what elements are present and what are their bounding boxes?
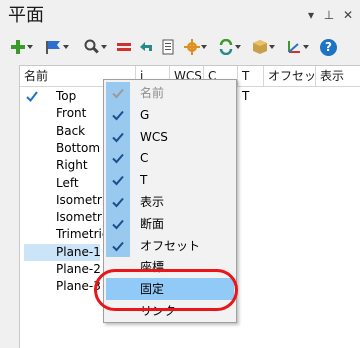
gear-icon bbox=[184, 39, 200, 55]
add-plane-icon bbox=[11, 40, 25, 54]
row-name: Bottom bbox=[56, 140, 101, 155]
row-name: Trimetric bbox=[56, 227, 109, 242]
menu-item-label: 表示 bbox=[140, 195, 165, 209]
column-header-t[interactable]: T bbox=[238, 66, 264, 87]
help-icon: ? bbox=[320, 38, 337, 56]
panel-title: 平面 bbox=[8, 5, 44, 26]
menu-item[interactable]: WCS bbox=[106, 125, 234, 148]
menu-item-label: オフセット bbox=[140, 238, 201, 253]
menu-item-gutter bbox=[106, 147, 130, 170]
menu-item-label: WCS bbox=[140, 129, 168, 144]
menu-item-gutter bbox=[106, 169, 130, 192]
panel-titlebar: 平面 ▾ ⊥ ✕ bbox=[0, 0, 360, 32]
row-name: Left bbox=[56, 175, 79, 190]
chevron-down-icon bbox=[302, 37, 310, 57]
add-plane-button[interactable] bbox=[10, 37, 34, 57]
chevron-down-icon bbox=[234, 37, 242, 57]
menu-item[interactable]: 断面 bbox=[106, 212, 234, 235]
left-strip bbox=[0, 62, 19, 348]
menu-item-gutter bbox=[106, 103, 130, 126]
menu-item-label: T bbox=[140, 173, 148, 188]
checkmark-icon bbox=[112, 241, 124, 252]
menu-item-gutter bbox=[106, 234, 130, 257]
menu-item-gutter bbox=[106, 212, 130, 235]
menu-item-gutter bbox=[106, 125, 130, 148]
menu-item[interactable]: 表示 bbox=[106, 191, 234, 213]
axis-button[interactable] bbox=[286, 37, 310, 57]
menu-item-gutter bbox=[106, 82, 130, 104]
menu-item-gutter bbox=[106, 191, 130, 213]
row-t-value: T bbox=[242, 89, 250, 103]
menu-item-label: 断面 bbox=[140, 216, 165, 231]
help-button[interactable]: ? bbox=[320, 37, 337, 57]
checkmark-icon bbox=[26, 88, 40, 105]
checkmark-icon bbox=[112, 132, 124, 143]
pin-icon[interactable]: ⊥ bbox=[322, 7, 336, 23]
menu-item: 名前 bbox=[106, 82, 234, 104]
equal-icon bbox=[117, 43, 131, 51]
cube-icon bbox=[253, 40, 267, 54]
chevron-down-icon bbox=[62, 37, 70, 57]
menu-item[interactable]: T bbox=[106, 169, 234, 192]
refresh-button[interactable] bbox=[218, 37, 242, 57]
cube-button[interactable] bbox=[252, 37, 276, 57]
checkmark-icon bbox=[112, 197, 124, 208]
flag-button[interactable] bbox=[44, 37, 70, 57]
checkmark-icon bbox=[112, 110, 124, 121]
zoom-button[interactable] bbox=[84, 37, 108, 57]
row-name: Front bbox=[56, 106, 87, 121]
zoom-icon bbox=[84, 39, 99, 54]
column-header-display[interactable]: 表示 bbox=[316, 66, 360, 87]
menu-chevron-icon[interactable]: ▾ bbox=[304, 7, 318, 23]
equal-button[interactable] bbox=[116, 37, 132, 57]
menu-item-label: G bbox=[140, 107, 150, 122]
planes-panel: 平面 ▾ ⊥ ✕ ? 名前 i WCS C T オフセッ 表示 Top T Fr… bbox=[0, 0, 360, 348]
chevron-down-icon bbox=[200, 37, 208, 57]
row-name: Right bbox=[56, 158, 88, 173]
menu-item[interactable]: C bbox=[106, 147, 234, 170]
menu-item[interactable]: G bbox=[106, 103, 234, 126]
chevron-down-icon bbox=[100, 37, 108, 57]
row-name: Back bbox=[56, 123, 86, 138]
close-icon[interactable]: ✕ bbox=[341, 7, 355, 23]
menu-item-label: 名前 bbox=[140, 86, 165, 100]
annotation-highlight-ring bbox=[94, 269, 238, 311]
row-name: Plane-2 bbox=[56, 262, 101, 276]
axis-icon bbox=[288, 41, 300, 53]
column-header-offset[interactable]: オフセット bbox=[264, 66, 316, 87]
settings-button[interactable] bbox=[184, 37, 208, 57]
menu-item[interactable]: オフセット bbox=[106, 234, 234, 257]
checkmark-icon bbox=[112, 176, 124, 186]
document-icon bbox=[162, 39, 174, 55]
checkmark-icon bbox=[112, 219, 124, 230]
refresh-icon bbox=[219, 39, 233, 55]
flag-icon bbox=[46, 41, 60, 54]
chevron-down-icon bbox=[26, 37, 34, 57]
menu-item-label: C bbox=[140, 151, 149, 166]
checkmark-icon bbox=[112, 88, 124, 99]
row-name: Top bbox=[56, 89, 77, 103]
checkmark-icon bbox=[112, 154, 124, 164]
row-name: Plane-1 bbox=[56, 244, 101, 259]
toolbar: ? bbox=[0, 32, 360, 62]
undo-icon bbox=[140, 42, 152, 51]
undo-button[interactable] bbox=[138, 37, 154, 57]
chevron-down-icon bbox=[268, 37, 276, 57]
document-button[interactable] bbox=[160, 37, 176, 57]
